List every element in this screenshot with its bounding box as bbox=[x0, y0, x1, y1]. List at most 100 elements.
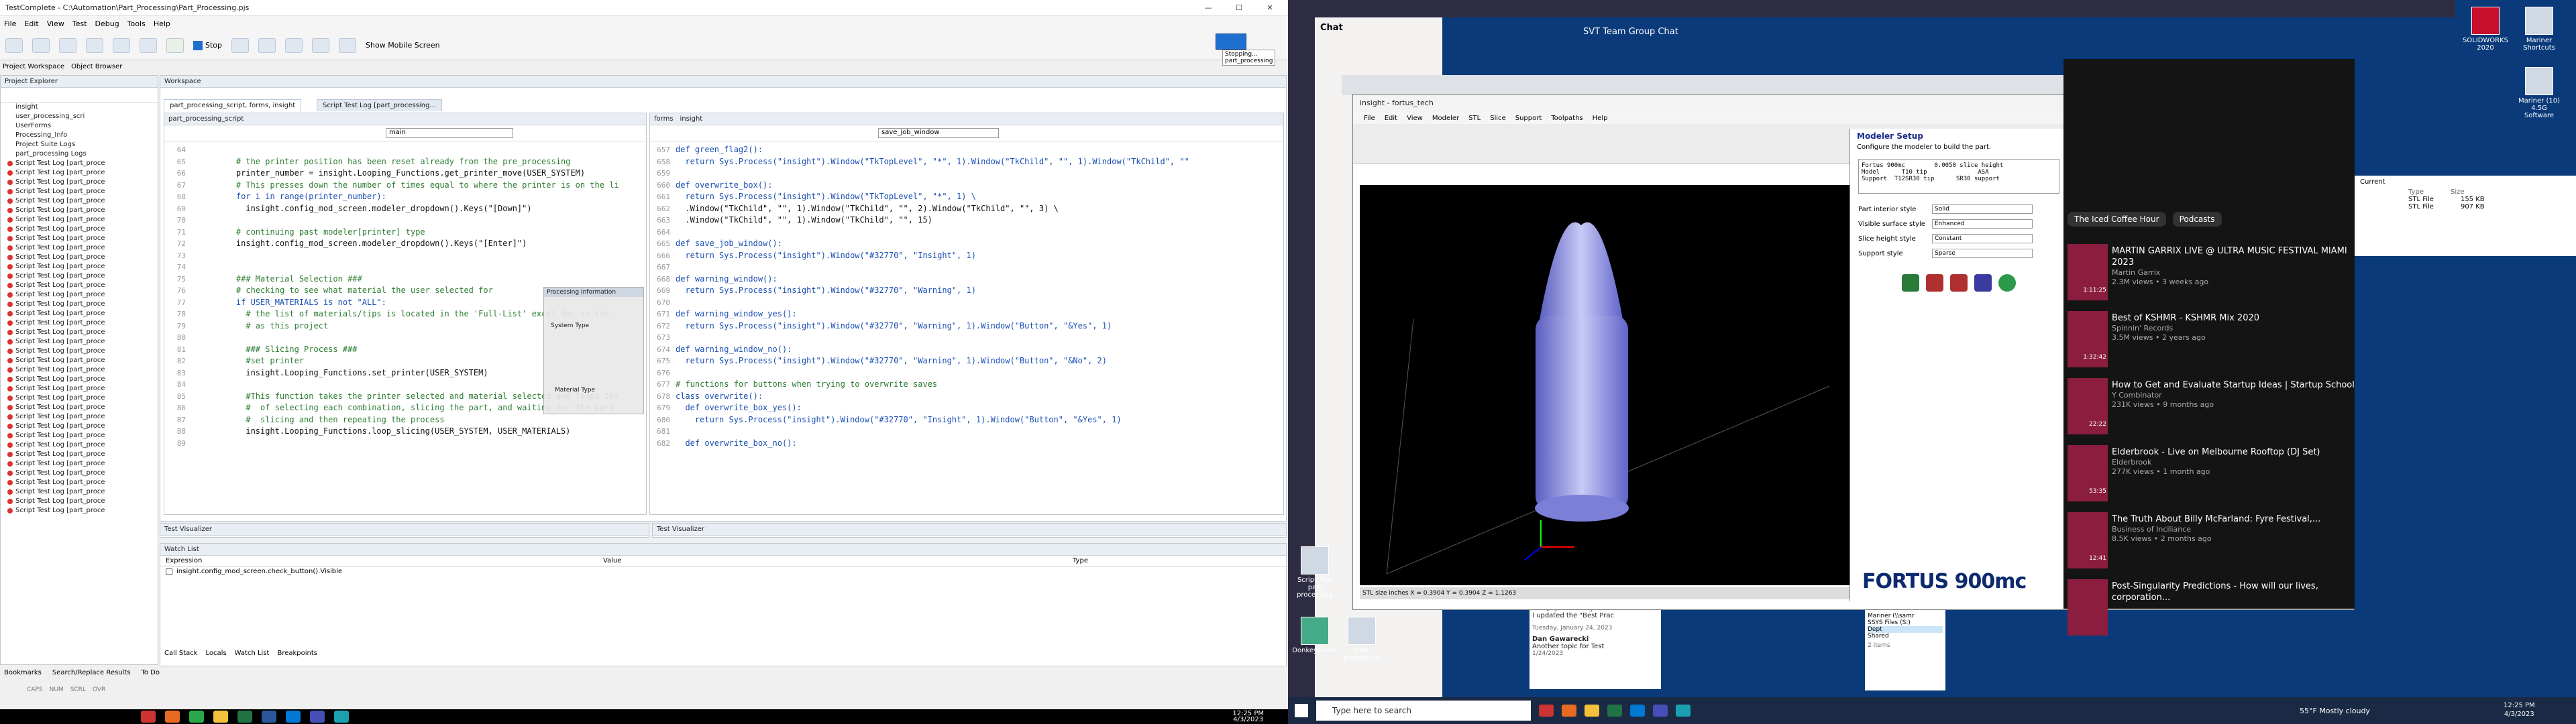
desktop-icon-mariner[interactable]: Mariner (10) 4.5G Software bbox=[2516, 67, 2563, 119]
test-log-item[interactable]: Script Test Log [part_proce bbox=[1, 356, 158, 365]
tab-search-replace[interactable]: Search/Replace Results bbox=[52, 669, 131, 676]
desktop-icon-part[interactable]: part processing bbox=[1338, 617, 1385, 662]
run-icon[interactable] bbox=[166, 38, 184, 53]
stop-button[interactable]: Stop bbox=[193, 40, 222, 50]
test-log-item[interactable]: Script Test Log [part_proce bbox=[1, 272, 158, 281]
test-log-item[interactable]: Script Test Log [part_proce bbox=[1, 159, 158, 168]
menu-file[interactable]: File bbox=[4, 19, 16, 28]
test-log-item[interactable]: Script Test Log [part_proce bbox=[1, 178, 158, 187]
desktop-icon-donkeygame[interactable]: DonkeyGame bbox=[1291, 617, 1338, 654]
test-log-item[interactable]: Script Test Log [part_proce bbox=[1, 234, 158, 243]
test-log-item[interactable]: Script Test Log [part_proce bbox=[1, 394, 158, 403]
tab-watch-list[interactable]: Watch List bbox=[235, 650, 270, 657]
tab-object-browser[interactable]: Object Browser bbox=[71, 63, 122, 74]
test-log-item[interactable]: Script Test Log [part_proce bbox=[1, 431, 158, 440]
teams-icon[interactable] bbox=[1653, 705, 1668, 717]
test-log-item[interactable]: Script Test Log [part_proce bbox=[1, 459, 158, 469]
video-thumbnail[interactable]: 1:32:42 bbox=[2068, 311, 2108, 367]
test-log-item[interactable]: Script Test Log [part_proce bbox=[1, 347, 158, 356]
insight-menu-item[interactable]: STL bbox=[1468, 115, 1481, 122]
insight-menu-item[interactable]: Help bbox=[1593, 115, 1608, 122]
menu-debug[interactable]: Debug bbox=[95, 19, 119, 28]
test-log-item[interactable]: Script Test Log [part_proce bbox=[1, 403, 158, 412]
maximize-button[interactable]: ☐ bbox=[1224, 0, 1254, 16]
tab-todo[interactable]: To Do bbox=[141, 669, 160, 676]
tree-node[interactable]: UserForms bbox=[1, 121, 158, 131]
menu-help[interactable]: Help bbox=[154, 19, 170, 28]
desktop-icon-script[interactable]: Script/Test part processing bbox=[1291, 546, 1338, 599]
teams-icon[interactable] bbox=[310, 711, 325, 723]
redo-icon[interactable] bbox=[113, 38, 130, 53]
tree-node[interactable]: user_processing_scri bbox=[1, 112, 158, 121]
watch-checkbox[interactable] bbox=[166, 568, 172, 575]
insight-menu-item[interactable]: Support bbox=[1515, 115, 1542, 122]
tree-node[interactable]: part_processing Logs bbox=[1, 149, 158, 159]
test-log-item[interactable]: Script Test Log [part_proce bbox=[1, 168, 158, 178]
menu-view[interactable]: View bbox=[47, 19, 64, 28]
test-log-item[interactable]: Script Test Log [part_proce bbox=[1, 309, 158, 318]
vscode-icon[interactable] bbox=[1630, 705, 1645, 717]
chrome-icon[interactable] bbox=[141, 711, 156, 723]
clock-2[interactable]: 12:25 PM 4/3/2023 bbox=[2504, 701, 2535, 719]
test-log-item[interactable]: Script Test Log [part_proce bbox=[1, 375, 158, 384]
firefox-icon[interactable] bbox=[1562, 705, 1576, 717]
video-thumbnail[interactable] bbox=[2068, 579, 2108, 636]
show-mobile-screen-button[interactable]: Show Mobile Screen bbox=[366, 41, 440, 50]
menu-edit[interactable]: Edit bbox=[24, 19, 38, 28]
save-icon[interactable] bbox=[59, 38, 76, 53]
chrome-icon[interactable] bbox=[1539, 705, 1554, 717]
insight-menu-item[interactable]: Modeler bbox=[1432, 115, 1459, 122]
undo-icon[interactable] bbox=[86, 38, 103, 53]
insight-menu-item[interactable]: Edit bbox=[1385, 115, 1397, 122]
test-log-item[interactable]: Script Test Log [part_proce bbox=[1, 412, 158, 422]
test-log-item[interactable]: Script Test Log [part_proce bbox=[1, 487, 158, 497]
test-log-item[interactable]: Script Test Log [part_proce bbox=[1, 478, 158, 487]
video-item[interactable]: 12:41 The Truth About Billy McFarland: Fy… bbox=[2063, 508, 2355, 572]
test-log-item[interactable]: Script Test Log [part_proce bbox=[1, 187, 158, 196]
pause-icon[interactable] bbox=[231, 38, 250, 53]
chip-podcasts[interactable]: Podcasts bbox=[2172, 212, 2222, 227]
support-style-select[interactable]: Sparse bbox=[1932, 249, 2033, 258]
test-log-item[interactable]: Script Test Log [part_proce bbox=[1, 384, 158, 394]
test-log-item[interactable]: Script Test Log [part_proce bbox=[1, 440, 158, 450]
video-thumbnail[interactable]: 53:35 bbox=[2068, 445, 2108, 501]
weather[interactable]: 55°F Mostly cloudy bbox=[2300, 707, 2370, 715]
explorer-icon[interactable] bbox=[213, 711, 228, 723]
tab-forms[interactable]: forms bbox=[654, 113, 674, 125]
test-log-item[interactable]: Script Test Log [part_proce bbox=[1, 262, 158, 272]
file-row[interactable]: STL File 907 KB bbox=[2355, 203, 2576, 210]
visible-surface-select[interactable]: Enhanced bbox=[1932, 219, 2033, 229]
test-log-item[interactable]: Script Test Log [part_proce bbox=[1, 506, 158, 516]
toolpath-icon[interactable] bbox=[1974, 274, 1992, 292]
test-log-item[interactable]: Script Test Log [part_proce bbox=[1, 281, 158, 290]
function-dropdown[interactable]: main bbox=[386, 128, 513, 138]
record-icon[interactable] bbox=[140, 38, 157, 53]
tab-insight[interactable]: insight bbox=[680, 113, 703, 125]
video-item[interactable]: 22:22 How to Get and Evaluate Startup Ide… bbox=[2063, 374, 2355, 438]
explorer-icon[interactable] bbox=[1585, 705, 1599, 717]
desktop-icon-solidworks[interactable]: SOLIDWORKS 2020 bbox=[2462, 7, 2509, 52]
app-icon[interactable] bbox=[189, 711, 204, 723]
video-item[interactable]: 53:35 Elderbrook - Live on Melbourne Roof… bbox=[2063, 441, 2355, 505]
tab-script-test-log[interactable]: Script Test Log [part_processing... bbox=[317, 99, 442, 111]
tree-node[interactable]: insight bbox=[1, 103, 158, 112]
testcomplete-icon[interactable] bbox=[334, 711, 349, 723]
part-interior-select[interactable]: Solid bbox=[1932, 204, 2033, 214]
clock-1[interactable]: 12:25 PM 4/3/2023 bbox=[1232, 711, 1264, 723]
tree-node[interactable]: Processing_Info bbox=[1, 131, 158, 140]
function-dropdown-right[interactable]: save_job_window bbox=[878, 128, 999, 138]
chip-iced-coffee[interactable]: The Iced Coffee Hour bbox=[2068, 212, 2166, 227]
support-icon[interactable] bbox=[1950, 274, 1968, 292]
close-button[interactable]: ✕ bbox=[1254, 0, 1285, 16]
menu-test[interactable]: Test bbox=[72, 19, 87, 28]
test-log-item[interactable]: Script Test Log [part_proce bbox=[1, 300, 158, 309]
video-item[interactable]: 1:32:42 Best of KSHMR - KSHMR Mix 2020 Spi… bbox=[2063, 307, 2355, 371]
minimize-button[interactable]: — bbox=[1193, 0, 1224, 16]
insight-menu-item[interactable]: File bbox=[1364, 115, 1375, 122]
excel-icon[interactable] bbox=[1607, 705, 1622, 717]
mobile-icon[interactable] bbox=[339, 38, 357, 53]
insight-menu-item[interactable]: Slice bbox=[1490, 115, 1506, 122]
vscode-icon[interactable] bbox=[286, 711, 301, 723]
menu-tools[interactable]: Tools bbox=[127, 19, 146, 28]
start-icon[interactable] bbox=[1295, 704, 1308, 717]
